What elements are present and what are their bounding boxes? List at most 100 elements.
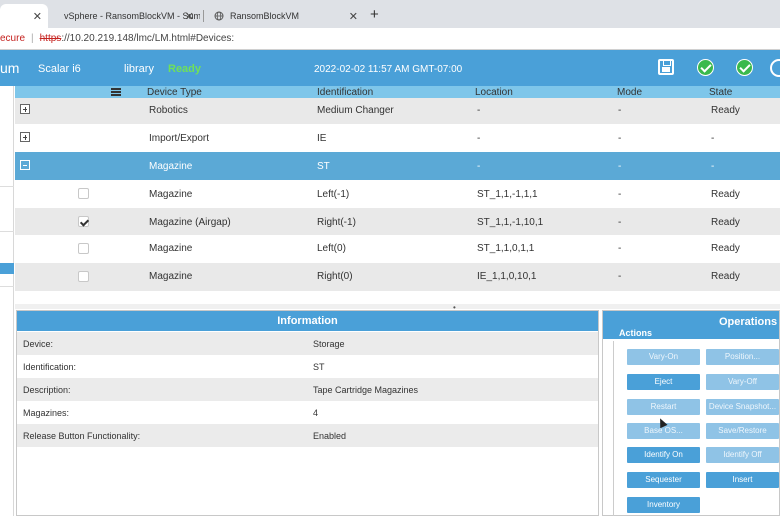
- info-value: Tape Cartridge Magazines: [313, 385, 419, 395]
- vary-on-button[interactable]: Vary-On: [627, 349, 700, 365]
- collapse-icon[interactable]: [20, 160, 30, 170]
- table-header: Device Type Identification Location Mode…: [15, 86, 780, 98]
- cell-identification: Right(0): [317, 271, 353, 282]
- cell-device-type: Magazine (Airgap): [149, 217, 231, 228]
- url-text: ://10.20.219.148/lmc/LM.html#Devices:: [61, 33, 235, 44]
- nav-active-marker[interactable]: [0, 263, 14, 274]
- info-value: ST: [313, 362, 325, 372]
- info-row-identification: Identification: ST: [17, 355, 598, 378]
- cell-location: -: [477, 161, 481, 172]
- restart-button[interactable]: Restart: [627, 399, 700, 415]
- actions-list: Vary-On Position... Eject Vary-Off Resta…: [613, 341, 780, 516]
- sequester-button[interactable]: Sequester: [627, 472, 700, 488]
- column-location[interactable]: Location: [475, 87, 513, 98]
- cell-location: -: [477, 133, 481, 144]
- cell-device-type: Robotics: [149, 105, 188, 116]
- library-status: Ready: [168, 63, 202, 75]
- device-snapshot-button[interactable]: Device Snapshot...: [706, 399, 779, 415]
- cell-state: -: [711, 133, 715, 144]
- table-row-import-export[interactable]: Import/Export IE - - -: [15, 124, 780, 152]
- browser-tab-strip: ✕ vSphere - RansomBlockVM - Sum ✕ Ransom…: [0, 0, 780, 28]
- device-table: Device Type Identification Location Mode…: [15, 86, 780, 304]
- column-mode[interactable]: Mode: [617, 87, 642, 98]
- app-header: um Scalar i6 library Ready 2022-02-02 11…: [0, 50, 780, 86]
- globe-icon: [214, 11, 224, 21]
- info-row-device: Device: Storage: [17, 332, 598, 355]
- system-datetime: 2022-02-02 11:57 AM GMT-07:00: [314, 64, 463, 75]
- cell-identification: Right(-1): [317, 217, 356, 228]
- column-menu-icon[interactable]: [111, 88, 121, 96]
- cell-state: Ready: [711, 271, 740, 282]
- inventory-button[interactable]: Inventory: [627, 497, 700, 513]
- browser-tab-ransomblockvm[interactable]: RansomBlockVM ✕: [206, 4, 364, 28]
- cell-identification: Medium Changer: [317, 105, 394, 116]
- cell-identification: IE: [317, 133, 327, 144]
- identify-on-button[interactable]: Identify On: [627, 447, 700, 463]
- library-model[interactable]: Scalar i6: [38, 63, 81, 75]
- close-icon[interactable]: ✕: [33, 10, 42, 23]
- save-restore-button[interactable]: Save/Restore: [706, 423, 779, 439]
- info-key: Description:: [23, 385, 71, 395]
- browser-tab-current[interactable]: ✕: [0, 4, 48, 28]
- close-icon[interactable]: ✕: [185, 10, 194, 23]
- vary-off-button[interactable]: Vary-Off: [706, 374, 779, 390]
- info-value: 4: [313, 408, 319, 418]
- cell-device-type: Import/Export: [149, 133, 210, 144]
- insert-button[interactable]: Insert: [706, 472, 779, 488]
- cell-mode: -: [618, 133, 622, 144]
- cell-identification: ST: [317, 161, 330, 172]
- drive-health-icon[interactable]: [736, 59, 753, 76]
- table-row-magazine-group[interactable]: Magazine ST - - -: [15, 152, 780, 180]
- table-row[interactable]: Magazine Left(0) ST_1,1,0,1,1 - Ready: [15, 235, 780, 263]
- table-row-robotics[interactable]: Robotics Medium Changer - - Ready: [15, 98, 780, 124]
- tab-title: vSphere - RansomBlockVM - Sum: [64, 11, 200, 21]
- table-row[interactable]: Magazine (Airgap) Right(-1) ST_1,1,-1,10…: [15, 208, 780, 235]
- identify-off-button[interactable]: Identify Off: [706, 447, 779, 463]
- cell-location: IE_1,1,0,10,1: [477, 271, 537, 282]
- expand-icon[interactable]: [20, 104, 30, 114]
- cell-location: ST_1,1,-1,1,1: [477, 189, 538, 200]
- table-row[interactable]: Magazine Left(-1) ST_1,1,-1,1,1 - Ready: [15, 180, 780, 208]
- cell-state: Ready: [711, 217, 740, 228]
- browser-tab-vsphere[interactable]: vSphere - RansomBlockVM - Sum ✕: [50, 4, 200, 28]
- cell-state: Ready: [711, 243, 740, 254]
- library-health-icon[interactable]: [697, 59, 714, 76]
- cell-device-type: Magazine: [149, 189, 193, 200]
- url-scheme: https: [39, 33, 62, 44]
- operations-title: Operations: [719, 316, 778, 328]
- power-icon[interactable]: [770, 59, 780, 77]
- pane-splitter[interactable]: •: [15, 303, 780, 312]
- cell-device-type: Magazine: [149, 161, 193, 172]
- info-value: Storage: [313, 339, 345, 349]
- expand-icon[interactable]: [20, 132, 30, 142]
- information-panel: Information Device: Storage Identificati…: [16, 310, 599, 516]
- column-state[interactable]: State: [709, 87, 732, 98]
- column-device-type[interactable]: Device Type: [147, 87, 202, 98]
- operations-panel: Operations Actions Vary-On Position... E…: [602, 310, 780, 516]
- row-checkbox[interactable]: [78, 271, 89, 282]
- left-nav: [0, 86, 14, 516]
- library-label: library: [124, 63, 154, 75]
- save-config-icon[interactable]: [658, 59, 674, 75]
- address-bar[interactable]: ecure | https ://10.20.219.148/lmc/LM.ht…: [0, 28, 780, 50]
- position-button[interactable]: Position...: [706, 349, 779, 365]
- eject-button[interactable]: Eject: [627, 374, 700, 390]
- cell-mode: -: [618, 243, 622, 254]
- row-checkbox[interactable]: [78, 188, 89, 199]
- cell-location: ST_1,1,-1,10,1: [477, 217, 544, 228]
- info-row-magazines: Magazines: 4: [17, 401, 598, 424]
- info-key: Magazines:: [23, 408, 70, 418]
- cell-mode: -: [618, 217, 622, 228]
- cell-location: -: [477, 105, 481, 116]
- table-row[interactable]: Magazine Right(0) IE_1,1,0,10,1 - Ready: [15, 263, 780, 291]
- info-key: Identification:: [23, 362, 77, 372]
- info-value: Enabled: [313, 431, 347, 441]
- row-checkbox[interactable]: [78, 243, 89, 254]
- column-identification[interactable]: Identification: [317, 87, 373, 98]
- cell-state: Ready: [711, 105, 740, 116]
- info-row-description: Description: Tape Cartridge Magazines: [17, 378, 598, 401]
- cell-identification: Left(-1): [317, 189, 350, 200]
- new-tab-button[interactable]: +: [370, 6, 379, 23]
- close-icon[interactable]: ✕: [349, 10, 358, 23]
- row-checkbox[interactable]: [78, 216, 89, 227]
